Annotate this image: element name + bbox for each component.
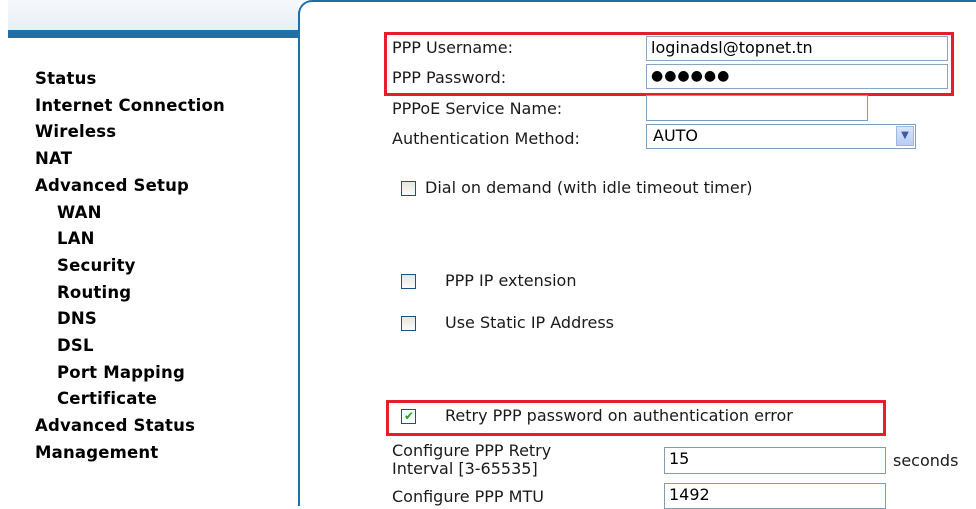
retry-interval-unit: seconds <box>893 451 959 470</box>
auth-method-select[interactable]: AUTO ▼ <box>646 124 916 149</box>
sidebar-item-port-mapping[interactable]: Port Mapping <box>35 360 225 387</box>
sidebar-item-security[interactable]: Security <box>35 253 225 280</box>
retry-interval-label-line1: Configure PPP Retry <box>392 441 552 460</box>
content-left-border <box>298 12 300 506</box>
sidebar-item-routing[interactable]: Routing <box>35 280 225 307</box>
sidebar-item-dsl[interactable]: DSL <box>35 333 225 360</box>
ppp-ip-extension-label: PPP IP extension <box>445 271 577 290</box>
pppoe-service-name-input[interactable] <box>646 95 868 121</box>
pppoe-service-name-label: PPPoE Service Name: <box>392 99 563 118</box>
ppp-ip-extension-checkbox[interactable] <box>401 274 416 289</box>
sidebar-header-bar <box>8 30 298 38</box>
mtu-label: Configure PPP MTU <box>392 487 544 506</box>
sidebar-item-nat[interactable]: NAT <box>35 146 225 173</box>
retry-interval-label-line2: Interval [3-65535] <box>392 459 538 478</box>
auth-method-label: Authentication Method: <box>392 129 580 148</box>
sidebar-item-dns[interactable]: DNS <box>35 306 225 333</box>
sidebar-item-certificate[interactable]: Certificate <box>35 386 225 413</box>
sidebar-item-internet-connection[interactable]: Internet Connection <box>35 93 225 120</box>
retry-interval-label: Configure PPP Retry Interval [3-65535] <box>392 442 551 478</box>
sidebar-item-wireless[interactable]: Wireless <box>35 119 225 146</box>
sidebar: Status Internet Connection Wireless NAT … <box>8 0 298 506</box>
retry-interval-input[interactable]: 15 <box>664 447 886 474</box>
retry-highlight <box>386 400 886 436</box>
auth-method-value: AUTO <box>653 126 699 145</box>
sidebar-nav: Status Internet Connection Wireless NAT … <box>35 66 225 467</box>
credentials-highlight <box>384 32 954 96</box>
dial-on-demand-checkbox[interactable] <box>401 181 416 196</box>
mtu-input[interactable]: 1492 <box>664 483 886 509</box>
sidebar-item-status[interactable]: Status <box>35 66 225 93</box>
dial-on-demand-label: Dial on demand (with idle timeout timer) <box>425 178 753 197</box>
chevron-down-icon[interactable]: ▼ <box>896 126 914 146</box>
sidebar-header-shade <box>8 0 298 30</box>
sidebar-item-advanced-setup[interactable]: Advanced Setup <box>35 173 225 200</box>
static-ip-label: Use Static IP Address <box>445 313 614 332</box>
sidebar-item-management[interactable]: Management <box>35 440 225 467</box>
static-ip-checkbox[interactable] <box>401 316 416 331</box>
content-frame-top <box>298 0 976 14</box>
sidebar-item-wan[interactable]: WAN <box>35 200 225 227</box>
sidebar-item-advanced-status[interactable]: Advanced Status <box>35 413 225 440</box>
sidebar-item-lan[interactable]: LAN <box>35 226 225 253</box>
